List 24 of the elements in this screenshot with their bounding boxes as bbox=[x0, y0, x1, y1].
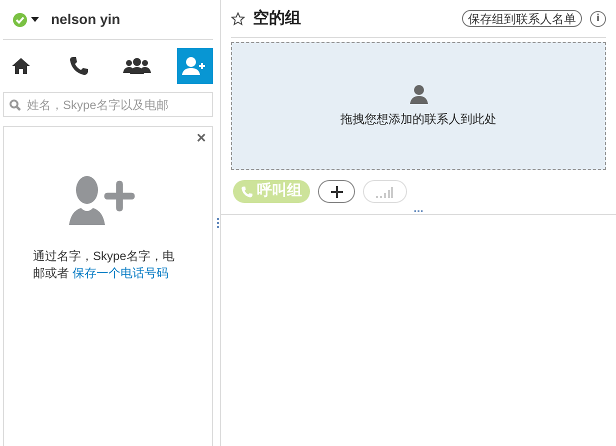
drop-zone-text: 拖拽您想添加的联系人到此处 bbox=[340, 111, 496, 128]
add-person-icon bbox=[182, 56, 208, 76]
status-check-icon[interactable] bbox=[13, 12, 27, 26]
phone-icon bbox=[69, 56, 89, 76]
add-button[interactable] bbox=[318, 180, 355, 203]
home-icon bbox=[11, 56, 31, 74]
splitter-handle-icon[interactable] bbox=[217, 218, 219, 228]
resize-handle[interactable]: ... bbox=[413, 203, 424, 213]
save-phone-number-link[interactable]: 保存一个电话号码 bbox=[72, 266, 168, 280]
search-field[interactable]: 姓名，Skype名字以及电邮 bbox=[3, 92, 213, 117]
plus-icon bbox=[330, 186, 342, 198]
group-title: 空的组 bbox=[253, 8, 301, 28]
phone-icon bbox=[241, 186, 253, 198]
people-icon bbox=[123, 56, 151, 74]
info-button[interactable]: i bbox=[590, 10, 606, 26]
profile-name: nelson yin bbox=[51, 10, 120, 29]
close-button[interactable]: × bbox=[196, 131, 206, 147]
save-group-button[interactable]: 保存组到联系人名单 bbox=[462, 10, 582, 27]
add-contact-hint: 通过名字，Skype名字，电邮或者 保存一个电话号码 bbox=[33, 248, 176, 282]
caret-icon[interactable] bbox=[31, 17, 39, 22]
search-icon bbox=[9, 98, 21, 110]
person-icon bbox=[408, 84, 428, 104]
signal-bars-icon bbox=[376, 186, 394, 198]
star-icon[interactable] bbox=[231, 12, 245, 26]
